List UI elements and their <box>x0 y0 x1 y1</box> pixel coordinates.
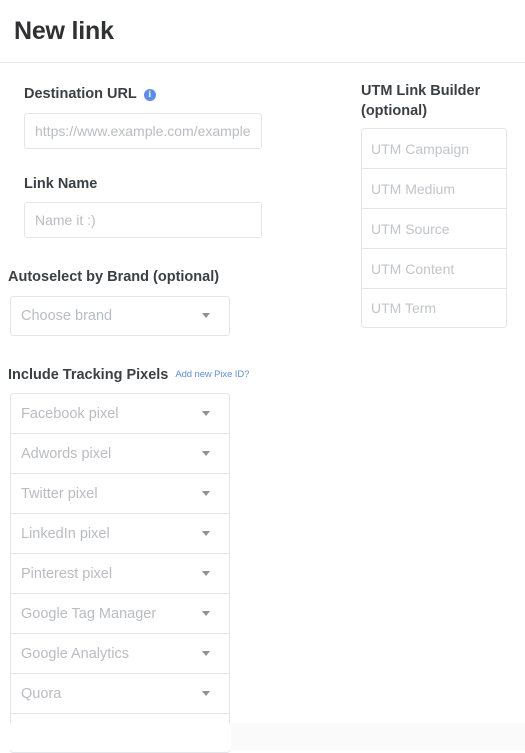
pixel-select-label: Pinterest pixel <box>21 565 113 582</box>
tracking-pixels-group: Include Tracking Pixels Add new Pixe ID?… <box>0 336 345 753</box>
pixel-select-google-tag-manager[interactable]: Google Tag Manager <box>10 593 230 634</box>
pixel-select-label: Google Analytics <box>21 645 130 662</box>
chevron-down-icon <box>202 691 210 697</box>
utm-source-input[interactable] <box>361 208 507 249</box>
pixel-select-google-analytics[interactable]: Google Analytics <box>10 633 230 674</box>
chevron-down-icon <box>202 611 210 617</box>
utm-builder-heading-line1: UTM Link Builder <box>361 83 481 99</box>
pixel-select-label: Google Tag Manager <box>21 605 157 622</box>
utm-builder-group: UTM Link Builder (optional) <box>361 63 507 329</box>
pixel-select-label: Adwords pixel <box>21 445 112 462</box>
add-new-pixel-id-link[interactable]: Add new Pixe ID? <box>175 369 249 382</box>
pixel-select-pinterest[interactable]: Pinterest pixel <box>10 553 230 594</box>
right-column: UTM Link Builder (optional) <box>361 63 507 329</box>
utm-fields-list <box>361 128 507 329</box>
chevron-down-icon <box>202 651 210 657</box>
link-name-group: Link Name <box>0 149 345 239</box>
tracking-pixels-list: Facebook pixel Adwords pixel Twitter pix… <box>10 393 230 753</box>
chevron-down-icon <box>202 313 210 319</box>
utm-medium-input[interactable] <box>361 168 507 209</box>
brand-label: Autoselect by Brand (optional) <box>0 268 345 288</box>
pixel-select-label: Quora <box>21 685 62 702</box>
chevron-down-icon <box>202 411 210 417</box>
utm-builder-heading-line2: (optional) <box>361 102 428 119</box>
utm-builder-heading-optional: (optional) <box>361 102 507 122</box>
utm-builder-heading: UTM Link Builder <box>361 82 507 102</box>
pixel-select-adwords[interactable]: Adwords pixel <box>10 433 230 474</box>
footer-left-cover <box>0 723 231 750</box>
brand-group: Autoselect by Brand (optional) Choose br… <box>0 238 345 336</box>
destination-url-input[interactable] <box>24 112 262 149</box>
chevron-down-icon <box>202 491 210 497</box>
form-content: Destination URL i Link Name Autoselect b… <box>0 63 525 753</box>
utm-content-input[interactable] <box>361 248 507 289</box>
brand-select-value: Choose brand <box>21 307 113 324</box>
brand-label-text: Autoselect by Brand (optional) <box>8 269 220 286</box>
left-column: Destination URL i Link Name Autoselect b… <box>0 63 345 753</box>
pixel-select-quora[interactable]: Quora <box>10 673 230 714</box>
tracking-pixels-label-text: Include Tracking Pixels <box>8 366 169 383</box>
info-icon[interactable]: i <box>143 88 156 101</box>
destination-url-label: Destination URL i <box>0 85 345 105</box>
pixel-select-facebook[interactable]: Facebook pixel <box>10 393 230 434</box>
destination-url-group: Destination URL i <box>0 63 345 149</box>
chevron-down-icon <box>202 451 210 457</box>
pixel-select-label: Facebook pixel <box>21 405 119 422</box>
destination-url-label-text: Destination URL <box>24 86 137 102</box>
page-title: New link <box>14 16 114 45</box>
chevron-down-icon <box>202 571 210 577</box>
link-name-label: Link Name <box>0 175 345 195</box>
link-name-input[interactable] <box>24 202 262 239</box>
pixel-select-twitter[interactable]: Twitter pixel <box>10 473 230 514</box>
tracking-pixels-label: Include Tracking Pixels Add new Pixe ID? <box>0 366 345 386</box>
utm-term-input[interactable] <box>361 288 507 329</box>
pixel-select-label: Twitter pixel <box>21 485 98 502</box>
page-header: New link <box>0 0 525 63</box>
brand-select[interactable]: Choose brand <box>10 295 230 336</box>
link-name-label-text: Link Name <box>24 175 98 192</box>
pixel-select-linkedin[interactable]: LinkedIn pixel <box>10 513 230 554</box>
pixel-select-label: LinkedIn pixel <box>21 525 110 542</box>
utm-campaign-input[interactable] <box>361 128 507 169</box>
chevron-down-icon <box>202 531 210 537</box>
